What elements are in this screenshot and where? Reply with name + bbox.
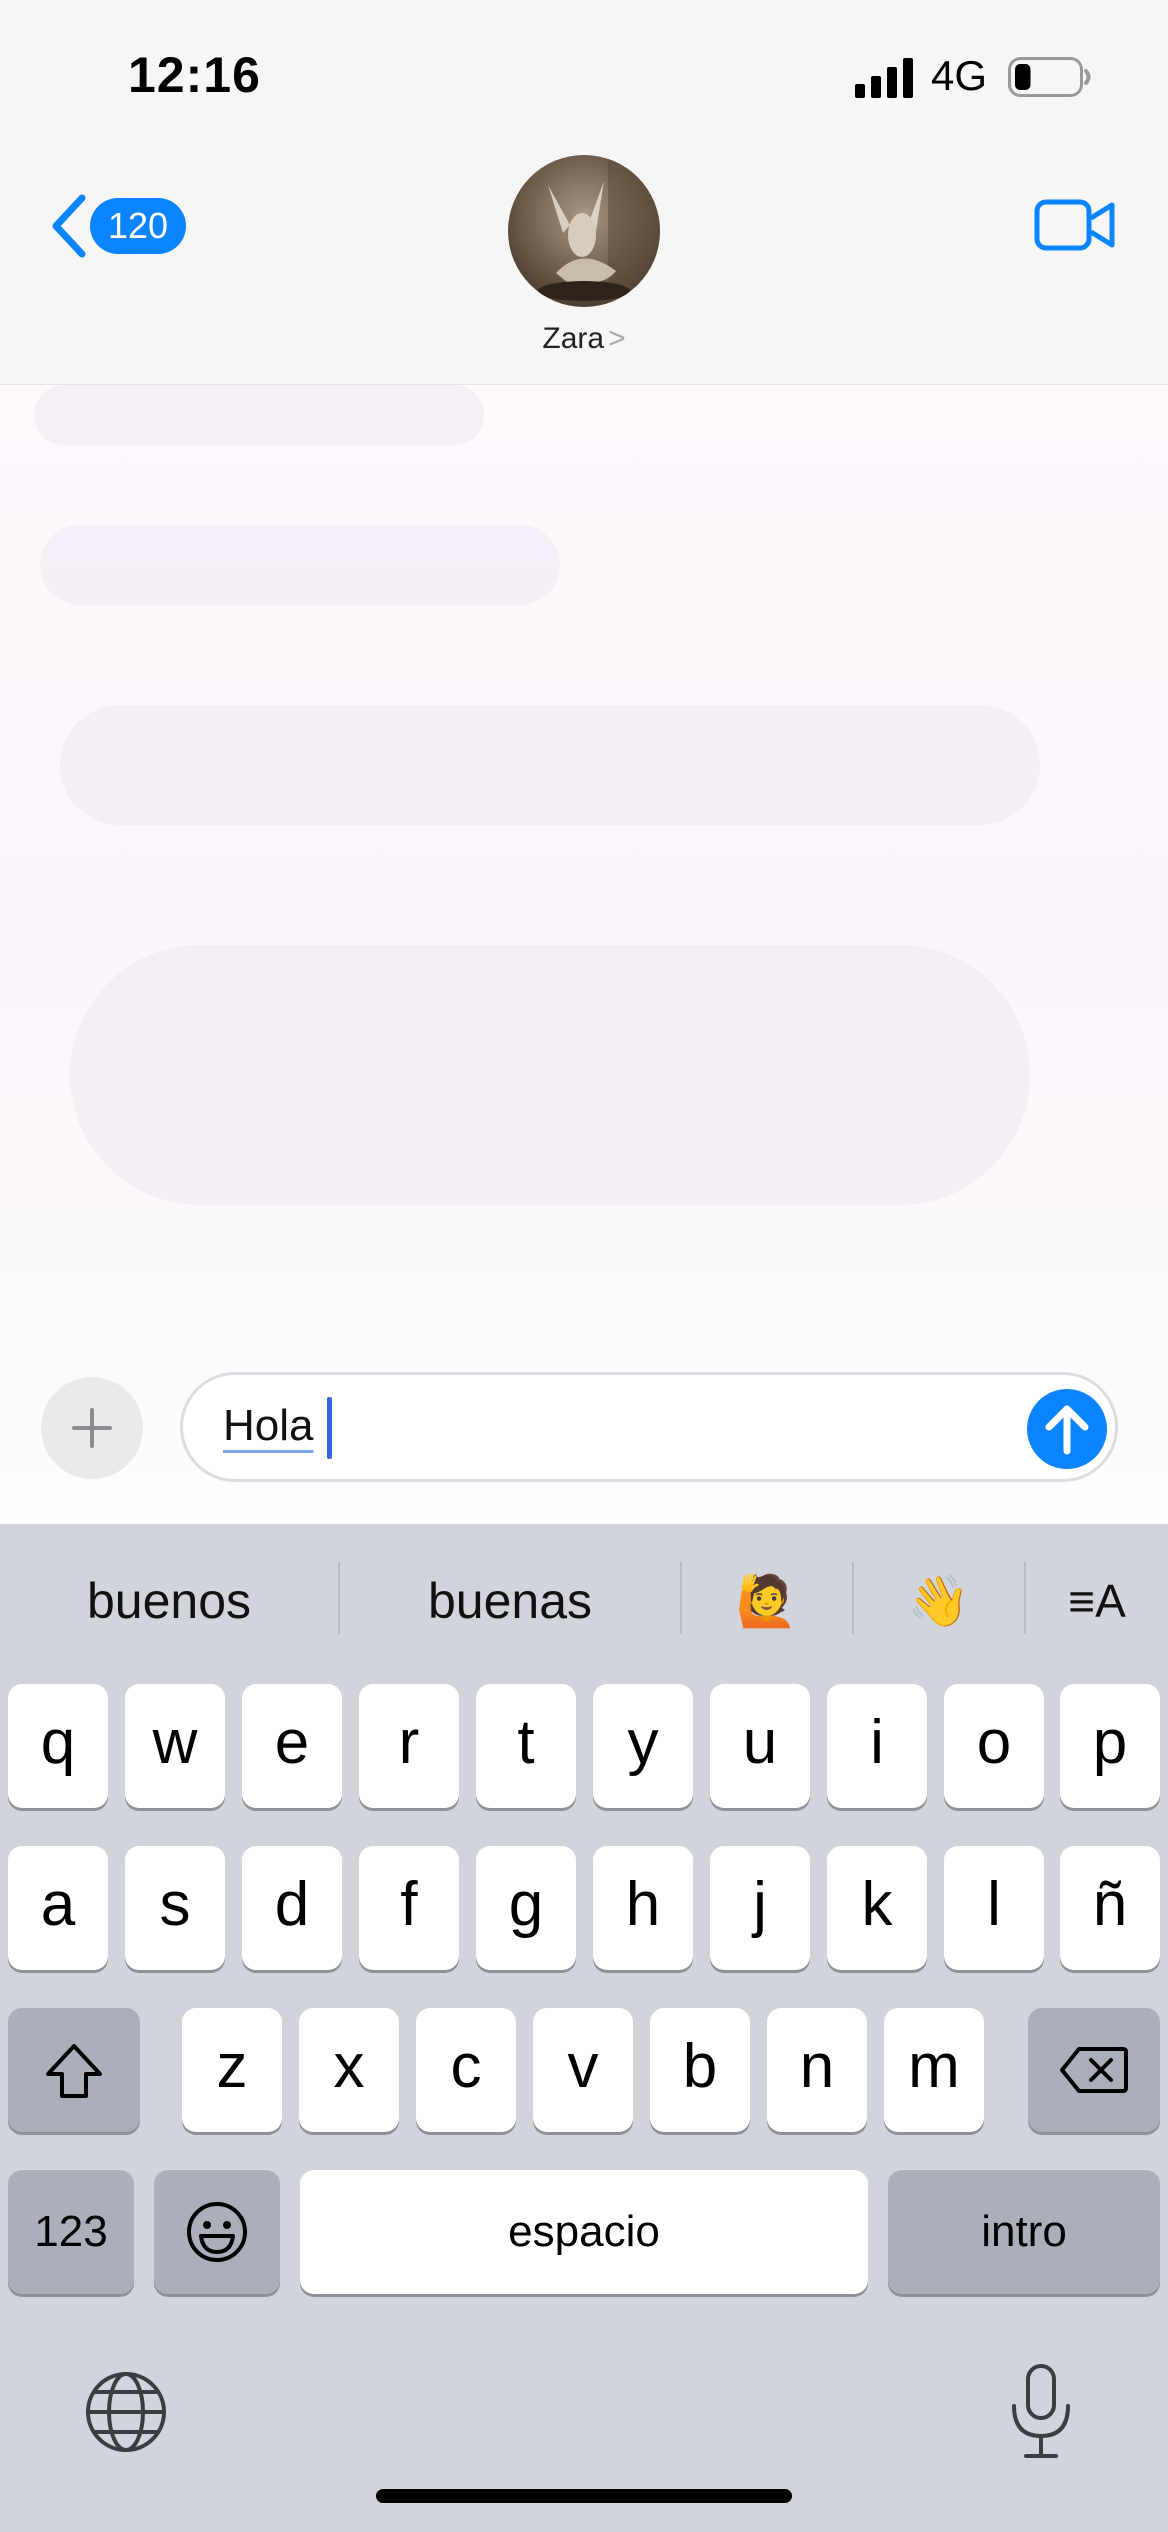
video-call-icon[interactable]: [1034, 196, 1116, 254]
chevron-right-icon: >: [608, 322, 626, 355]
key-a[interactable]: a: [8, 1846, 108, 1970]
return-key[interactable]: intro: [888, 2170, 1160, 2294]
globe-icon[interactable]: [84, 2370, 168, 2454]
microphone-icon[interactable]: [1006, 2362, 1076, 2462]
suggestion-2[interactable]: buenas: [340, 1524, 680, 1674]
key-b[interactable]: b: [650, 2008, 750, 2132]
key-d[interactable]: d: [242, 1846, 342, 1970]
chevron-left-icon: [52, 194, 86, 258]
key-f[interactable]: f: [359, 1846, 459, 1970]
key-y[interactable]: y: [593, 1684, 693, 1808]
contact-name-button[interactable]: Zara >: [0, 322, 1168, 356]
battery-icon: [1008, 57, 1091, 97]
backspace-icon: [1060, 2047, 1128, 2093]
suggestion-emoji-2[interactable]: 👋: [854, 1524, 1024, 1674]
suggestion-1[interactable]: buenos: [0, 1524, 338, 1674]
back-button[interactable]: 120: [48, 190, 198, 262]
keyboard: buenos buenas 🙋 👋 ≡A q w e r t y u i o p…: [0, 1524, 1168, 2532]
emoji-key[interactable]: [154, 2170, 280, 2294]
delete-key[interactable]: [1028, 2008, 1160, 2132]
suggestion-emoji-1[interactable]: 🙋: [682, 1524, 852, 1674]
numbers-key[interactable]: 123: [8, 2170, 134, 2294]
key-h[interactable]: h: [593, 1846, 693, 1970]
key-z[interactable]: z: [182, 2008, 282, 2132]
key-r[interactable]: r: [359, 1684, 459, 1808]
home-indicator[interactable]: [376, 2489, 792, 2503]
key-l[interactable]: l: [944, 1846, 1044, 1970]
message-input[interactable]: Hola: [180, 1372, 1118, 1482]
text-format-icon[interactable]: ≡A: [1026, 1524, 1168, 1674]
key-q[interactable]: q: [8, 1684, 108, 1808]
key-j[interactable]: j: [710, 1846, 810, 1970]
status-time: 12:16: [128, 47, 261, 103]
key-p[interactable]: p: [1060, 1684, 1160, 1808]
unread-count-badge: 120: [90, 198, 186, 254]
blurred-background: [70, 945, 1030, 1205]
key-c[interactable]: c: [416, 2008, 516, 2132]
predictive-text-bar: buenos buenas 🙋 👋 ≡A: [0, 1524, 1168, 1674]
network-type: 4G: [931, 52, 988, 99]
key-u[interactable]: u: [710, 1684, 810, 1808]
key-o[interactable]: o: [944, 1684, 1044, 1808]
conversation-header: 12:16 4G 120 Zara >: [0, 0, 1168, 385]
contact-name: Zara: [542, 322, 605, 355]
key-t[interactable]: t: [476, 1684, 576, 1808]
key-g[interactable]: g: [476, 1846, 576, 1970]
arrow-up-icon: [1045, 1405, 1089, 1455]
shift-key[interactable]: [8, 2008, 140, 2132]
key-n[interactable]: n: [767, 2008, 867, 2132]
plus-icon: [72, 1408, 112, 1448]
shift-icon: [46, 2044, 102, 2098]
key-i[interactable]: i: [827, 1684, 927, 1808]
blurred-background: [40, 525, 560, 605]
blurred-background: [34, 385, 484, 445]
key-s[interactable]: s: [125, 1846, 225, 1970]
emoji-icon: [187, 2202, 247, 2262]
message-list[interactable]: [0, 385, 1168, 1525]
key-w[interactable]: w: [125, 1684, 225, 1808]
key-x[interactable]: x: [299, 2008, 399, 2132]
key-v[interactable]: v: [533, 2008, 633, 2132]
contact-avatar[interactable]: [508, 155, 660, 307]
key-n-tilde[interactable]: ñ: [1060, 1846, 1160, 1970]
blurred-background: [60, 705, 1040, 825]
key-k[interactable]: k: [827, 1846, 927, 1970]
text-caret: [327, 1397, 332, 1459]
message-input-text: Hola: [223, 1401, 314, 1450]
key-m[interactable]: m: [884, 2008, 984, 2132]
send-button[interactable]: [1027, 1389, 1107, 1469]
statue-photo: [508, 155, 660, 307]
add-attachment-button[interactable]: [41, 1377, 143, 1479]
cellular-signal-icon: [855, 58, 913, 98]
space-key[interactable]: espacio: [300, 2170, 868, 2294]
key-e[interactable]: e: [242, 1684, 342, 1808]
